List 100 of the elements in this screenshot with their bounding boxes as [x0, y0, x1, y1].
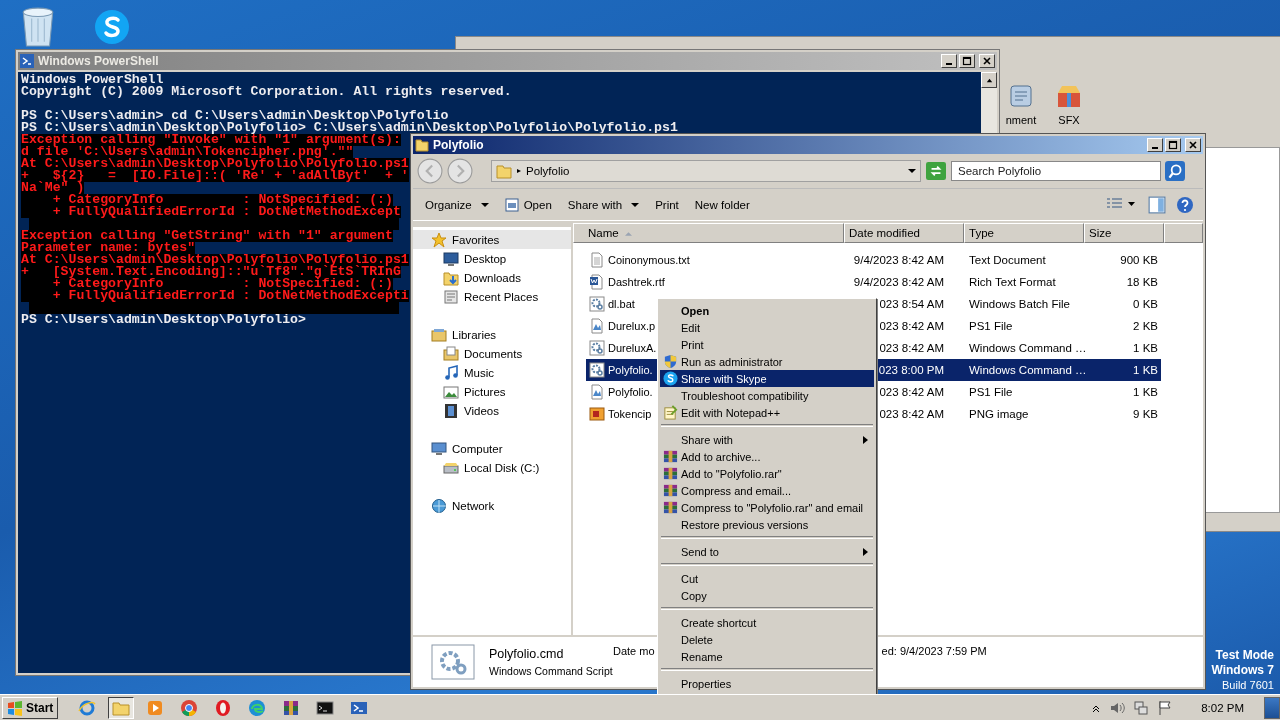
menu-item[interactable]: Compress to "Polyfolio.rar" and email: [660, 499, 874, 516]
submenu-arrow-icon: [863, 435, 868, 444]
show-desktop-button[interactable]: [1264, 696, 1280, 719]
dropdown-caret-icon[interactable]: [908, 168, 916, 174]
column-header[interactable]: [1164, 223, 1203, 243]
toolbar-button[interactable]: Share with: [561, 195, 646, 214]
maximize-button[interactable]: [959, 54, 975, 68]
console-line: PS C:\Users\admin\Desktop\Polyfolio> C:\Users\admin\Desktop\Polyfolio\Polyfolio.ps1: [21, 122, 678, 134]
pane-icon: [1148, 195, 1166, 214]
menu-item[interactable]: Share with Skype: [660, 370, 874, 387]
file-name[interactable]: Dashtrek.rtf: [608, 276, 665, 288]
close-button[interactable]: [1185, 138, 1201, 152]
nav-item[interactable]: Desktop: [413, 249, 571, 268]
toolbar-button[interactable]: New folder: [688, 195, 756, 214]
nav-item[interactable]: Computer: [413, 439, 571, 458]
file-name[interactable]: dl.bat: [608, 298, 635, 310]
toolbar-button[interactable]: Open: [498, 194, 558, 215]
scroll-up-button[interactable]: [981, 72, 997, 88]
menu-item[interactable]: Troubleshoot compatibility: [660, 387, 874, 404]
column-header[interactable]: Name: [573, 223, 844, 243]
library-icon: [431, 326, 447, 343]
nav-item[interactable]: Libraries: [413, 325, 571, 344]
file-name[interactable]: Polyfolio.: [608, 386, 653, 398]
nav-item[interactable]: Pictures: [413, 382, 571, 401]
minimize-button[interactable]: [941, 54, 957, 68]
search-field[interactable]: Search Polyfolio: [951, 161, 1161, 181]
menu-item[interactable]: Compress and email...: [660, 482, 874, 499]
nav-item[interactable]: Favorites: [413, 230, 571, 249]
date-label: Date mo: [613, 645, 655, 657]
clock[interactable]: 8:02 PM: [1201, 701, 1244, 714]
menu-item[interactable]: Run as administrator: [660, 353, 874, 370]
nav-item[interactable]: Documents: [413, 344, 571, 363]
column-header[interactable]: Date modified: [844, 223, 964, 243]
menu-item[interactable]: Copy: [660, 587, 874, 604]
nav-item[interactable]: Music: [413, 363, 571, 382]
menu-item[interactable]: Restore previous versions: [660, 516, 874, 533]
file-name[interactable]: Polyfolio.: [608, 364, 653, 376]
start-button[interactable]: Start: [2, 696, 59, 719]
archive-icon: [663, 500, 678, 515]
address-bar[interactable]: Polyfolio: [491, 160, 921, 182]
menu-item[interactable]: Edit: [660, 319, 874, 336]
browser-icon: [248, 698, 267, 717]
file-size: 1 KB: [1133, 386, 1158, 398]
menu-item[interactable]: Share with: [660, 431, 874, 448]
maximize-button[interactable]: [1165, 138, 1181, 152]
column-header[interactable]: Type: [964, 223, 1084, 243]
build-info-text: Build 7601: [1222, 678, 1274, 693]
refresh-button[interactable]: [925, 161, 947, 181]
file-size: 1 KB: [1133, 342, 1158, 354]
toolbar-label[interactable]: nment: [1005, 114, 1037, 126]
column-header[interactable]: Size: [1084, 223, 1164, 243]
date-modified: 023 8:42 AM: [878, 408, 944, 420]
nav-item[interactable]: Downloads: [413, 268, 571, 287]
file-type: Windows Command …: [969, 342, 1087, 354]
toolbar-button[interactable]: Organize: [419, 195, 495, 214]
star-icon: [431, 231, 447, 248]
menu-item[interactable]: Send to: [660, 543, 874, 560]
console-line: Windows PowerShell: [21, 74, 164, 86]
file-name[interactable]: Coinonymous.txt: [608, 254, 690, 266]
archive-icon: [282, 698, 301, 717]
nav-item[interactable]: Network: [413, 496, 571, 515]
folder-icon: [415, 138, 429, 152]
flag-icon[interactable]: [1157, 699, 1174, 716]
console-line: Copyright (C) 2009 Microsoft Corporation. All rights reserved.: [21, 86, 512, 98]
nav-item[interactable]: Videos: [413, 401, 571, 420]
menu-item[interactable]: Cut: [660, 570, 874, 587]
browser-icon: [180, 698, 199, 717]
network-icon[interactable]: [1133, 699, 1150, 716]
terminal-icon: [316, 698, 335, 717]
menu-item[interactable]: Create shortcut: [660, 614, 874, 631]
menu-item[interactable]: Open: [660, 302, 874, 319]
menu-item[interactable]: Add to archive...: [660, 448, 874, 465]
menu-item[interactable]: Delete: [660, 631, 874, 648]
chat-icon: [663, 371, 678, 386]
file-name[interactable]: Durelux.p: [608, 320, 656, 332]
close-button[interactable]: [979, 54, 995, 68]
menu-item[interactable]: Edit with Notepad++: [660, 404, 874, 421]
address-text: Polyfolio: [526, 165, 571, 177]
menu-item[interactable]: Rename: [660, 648, 874, 665]
search-icon: [1165, 161, 1185, 181]
file-name[interactable]: DureluxA.: [608, 342, 657, 354]
menu-item[interactable]: Print: [660, 336, 874, 353]
folder-icon: [443, 345, 459, 362]
ring-icon: [214, 698, 233, 717]
image-file-icon: [589, 406, 605, 422]
close-icon: [1188, 140, 1198, 150]
toolbar-label[interactable]: SFX: [1058, 114, 1080, 126]
minimize-icon: [1152, 147, 1158, 149]
toolbar-button[interactable]: Print: [649, 195, 685, 214]
menu-item[interactable]: Properties: [660, 675, 874, 692]
document-icon: [589, 274, 605, 290]
taskbar-app-button[interactable]: [108, 696, 135, 719]
nav-item[interactable]: Recent Places: [413, 287, 571, 306]
file-size: 900 KB: [1120, 254, 1158, 266]
menu-item[interactable]: Add to "Polyfolio.rar": [660, 465, 874, 482]
file-name[interactable]: Tokencip: [608, 408, 652, 420]
search-button[interactable]: [1165, 161, 1185, 181]
nav-item[interactable]: Local Disk (C:): [413, 458, 571, 477]
minimize-button[interactable]: [1147, 138, 1163, 152]
globe-icon: [78, 698, 97, 717]
